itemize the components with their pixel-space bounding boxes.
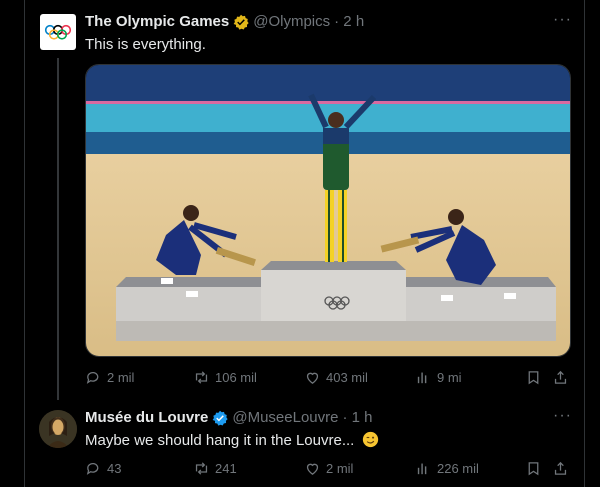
share-button[interactable]: [552, 460, 569, 482]
views-icon: [417, 463, 427, 475]
verified-badge-gold-icon[interactable]: [233, 14, 249, 30]
repost-icon: [195, 371, 208, 384]
views-icon: [417, 372, 427, 384]
tweet-text: Maybe we should hang it in the Louvre...: [85, 431, 379, 449]
olympics-avatar[interactable]: [40, 14, 76, 50]
repost-icon: [195, 462, 208, 475]
timestamp[interactable]: · 2 h: [334, 13, 364, 30]
view-count: 226 mil: [437, 461, 479, 476]
tweet-text-content: Maybe we should hang it in the Louvre...: [85, 432, 355, 449]
like-button[interactable]: 2 mil: [304, 460, 353, 477]
reply-icon: [86, 371, 99, 384]
bookmark-icon: [528, 371, 539, 385]
repost-button[interactable]: 241: [193, 460, 237, 477]
like-count: 403 mil: [326, 370, 368, 385]
winking-face-emoji-icon: [362, 431, 378, 448]
tweet2-action-bar: 43 241 2 mil 226 mil: [85, 460, 569, 480]
repost-button[interactable]: 106 mil: [193, 369, 257, 386]
like-button[interactable]: 403 mil: [304, 369, 368, 386]
heart-icon: [306, 463, 319, 475]
mona-lisa-avatar-image: [39, 410, 77, 448]
more-options-icon[interactable]: ···: [553, 11, 572, 29]
more-options-icon[interactable]: ···: [553, 407, 572, 425]
olympic-rings-logo: [44, 24, 72, 40]
reply-button[interactable]: 2 mil: [85, 369, 134, 386]
heart-icon: [306, 372, 319, 384]
repost-count: 241: [215, 461, 237, 476]
tweet1-header: The Olympic Games @Olympics · 2 h: [85, 13, 364, 30]
share-button[interactable]: [552, 369, 569, 391]
reply-count: 2 mil: [107, 370, 135, 385]
author-handle[interactable]: @Olympics: [253, 13, 330, 30]
view-count: 9 mi: [437, 370, 462, 385]
tweet-text: This is everything.: [85, 36, 206, 53]
bookmark-icon: [528, 462, 539, 476]
author-name[interactable]: The Olympic Games: [85, 13, 229, 30]
podium-photo-illustration: [86, 65, 570, 356]
louvre-avatar[interactable]: [39, 410, 77, 448]
thread-connector-line: [57, 58, 59, 400]
reply-icon: [86, 462, 99, 475]
verified-badge-blue-icon[interactable]: [212, 410, 228, 426]
views-button[interactable]: 226 mil: [415, 460, 479, 477]
like-count: 2 mil: [326, 461, 354, 476]
reply-button[interactable]: 43: [85, 460, 121, 477]
author-handle[interactable]: @MuseeLouvre: [232, 409, 338, 426]
timestamp[interactable]: · 1 h: [342, 409, 372, 426]
share-icon: [554, 370, 567, 384]
tweet2-header: Musée du Louvre @MuseeLouvre · 1 h: [85, 409, 373, 426]
author-name[interactable]: Musée du Louvre: [85, 409, 208, 426]
tweet1-action-bar: 2 mil 106 mil 403 mil 9 mi: [85, 369, 569, 389]
reply-count: 43: [107, 461, 122, 476]
bookmark-button[interactable]: [525, 369, 542, 391]
share-icon: [554, 461, 567, 475]
views-button[interactable]: 9 mi: [415, 369, 462, 386]
tweet-photo[interactable]: [85, 64, 571, 357]
bookmark-button[interactable]: [525, 460, 542, 482]
repost-count: 106 mil: [215, 370, 257, 385]
